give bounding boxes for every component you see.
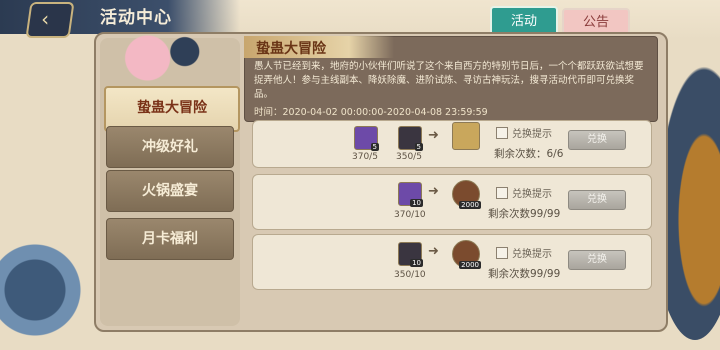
exchange-button[interactable]: 兑换 xyxy=(568,130,626,150)
token-count: 370/5 xyxy=(352,152,378,162)
exchange-button[interactable]: 兑换 xyxy=(568,250,626,270)
token-count: 370/10 xyxy=(394,210,426,220)
event-title: 蛰蛊大冒险 xyxy=(256,41,326,57)
exchange-button[interactable]: 兑换 xyxy=(568,190,626,210)
exchange-hint-label: 兑换提示 xyxy=(512,189,552,200)
coin-icon: 2000 xyxy=(452,240,481,269)
exchange-hint-checkbox[interactable] xyxy=(496,187,508,199)
arrow-right-icon: ➜ xyxy=(428,184,439,199)
remaining-count: 剩余次数99/99 xyxy=(488,268,561,280)
arrow-right-icon: ➜ xyxy=(428,244,439,259)
remaining-count: 剩余次数99/99 xyxy=(488,208,561,220)
page-title: 活动中心 xyxy=(100,8,172,28)
remaining-count: 剩余次数：6/6 xyxy=(494,148,564,160)
back-button[interactable]: ‹ xyxy=(25,2,75,38)
reward-character-icon xyxy=(452,122,480,150)
token-count: 350/5 xyxy=(396,152,422,162)
sidebar-item-levelup[interactable]: 冲级好礼 xyxy=(106,126,234,168)
token-item-icon: 5 xyxy=(354,126,379,151)
sidebar-item-monthly-card[interactable]: 月卡福利 xyxy=(106,218,234,260)
exchange-hint-checkbox[interactable] xyxy=(496,127,508,139)
arrow-right-icon: ➜ xyxy=(428,128,439,143)
coin-icon: 2000 xyxy=(452,180,481,209)
exchange-hint-label: 兑换提示 xyxy=(512,129,552,140)
wave-decoration-left xyxy=(0,230,90,350)
event-time: 时间：2020-04-02 00:00:00-2020-04-08 23:59:… xyxy=(254,107,488,118)
token-count: 350/10 xyxy=(394,270,426,280)
back-icon: ‹ xyxy=(41,7,50,31)
exchange-hint-checkbox[interactable] xyxy=(496,247,508,259)
flower-koi-decoration xyxy=(98,26,222,90)
token-item-icon: 5 xyxy=(398,126,423,151)
token-item-icon: 10 xyxy=(398,242,423,267)
sidebar-item-hotpot[interactable]: 火锅盛宴 xyxy=(106,170,234,212)
exchange-hint-label: 兑换提示 xyxy=(512,249,552,260)
event-description: 愚人节已经到来，地府的小伙伴们听说了这个来自西方的特别节日后，一个个都跃跃欲试想… xyxy=(254,61,644,100)
token-item-icon: 10 xyxy=(398,182,423,207)
